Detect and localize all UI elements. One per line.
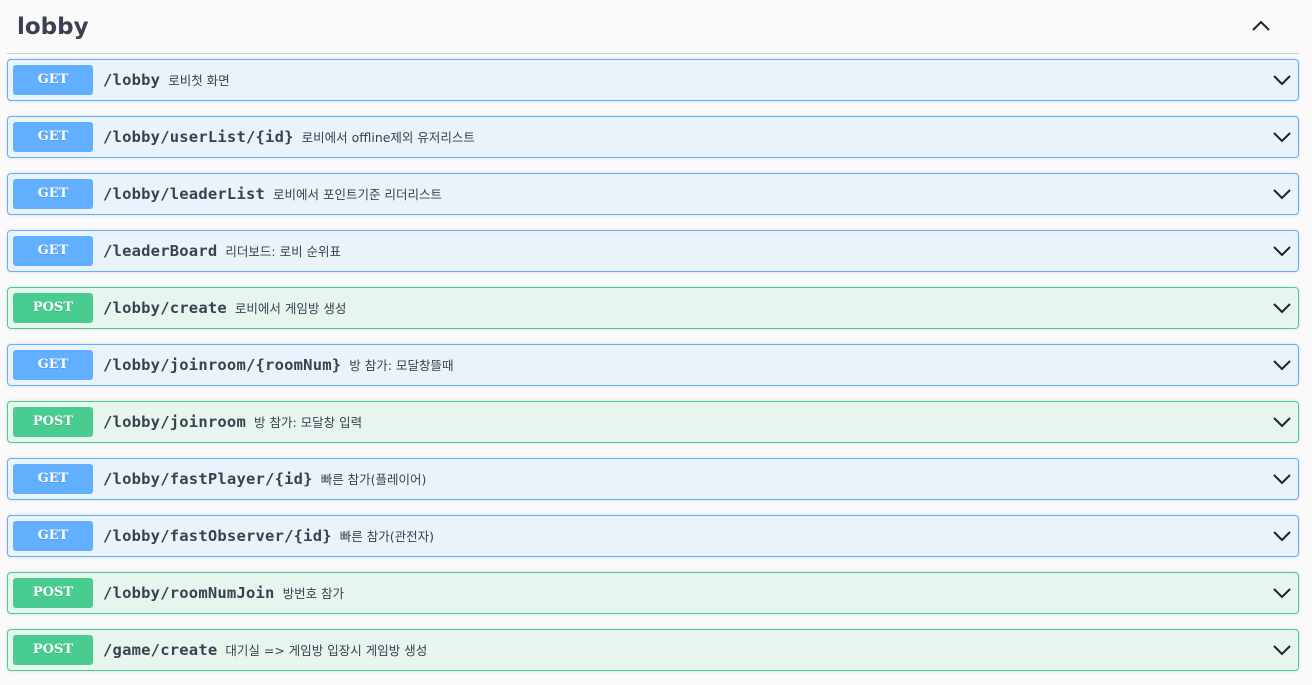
- operation-summary: 로비에서 offline제외 유저리스트: [301, 130, 475, 145]
- operation-post-lobby-joinroom[interactable]: POST /lobby/joinroom 방 참가: 모달창 입력: [7, 401, 1299, 443]
- path-text: /lobby/joinroom: [103, 413, 246, 431]
- method-badge: GET: [13, 122, 93, 152]
- path-text: /lobby/leaderList: [103, 185, 266, 203]
- operation-get-lobby-userlist[interactable]: GET /lobby/userList/{id} 로비에서 offline제외 유…: [7, 116, 1299, 158]
- operation-summary: 로비첫 화면: [168, 73, 230, 88]
- section-header[interactable]: lobby: [7, 0, 1299, 54]
- operation-post-game-create[interactable]: POST /game/create 대기실 => 게임방 입장시 게임방 생성: [7, 629, 1299, 671]
- operation-path: /lobby 로비첫 화면: [103, 60, 230, 100]
- chevron-down-icon[interactable]: [1272, 241, 1292, 261]
- chevron-down-icon[interactable]: [1272, 469, 1292, 489]
- operation-get-lobby-leaderlist[interactable]: GET /lobby/leaderList 로비에서 포인트기준 리더리스트: [7, 173, 1299, 215]
- method-badge: POST: [13, 635, 93, 665]
- operation-summary: 로비에서 게임방 생성: [234, 301, 347, 316]
- operation-path: /lobby/leaderList 로비에서 포인트기준 리더리스트: [103, 174, 442, 214]
- operation-summary: 빠른 참가(관전자): [339, 529, 434, 544]
- chevron-down-icon[interactable]: [1272, 640, 1292, 660]
- method-badge: GET: [13, 464, 93, 494]
- operation-get-lobby[interactable]: GET /lobby 로비첫 화면: [7, 59, 1299, 101]
- operation-summary: 방 참가: 모달창 입력: [253, 415, 363, 430]
- chevron-down-icon[interactable]: [1272, 583, 1292, 603]
- operation-path: /lobby/roomNumJoin 방번호 참가: [103, 573, 344, 613]
- operation-path: /lobby/create 로비에서 게임방 생성: [103, 288, 346, 328]
- path-text: /lobby/joinroom/{roomNum}: [103, 356, 342, 374]
- path-text: /lobby/create: [103, 299, 227, 317]
- operation-path: /lobby/fastObserver/{id} 빠른 참가(관전자): [103, 516, 434, 556]
- operation-path: /game/create 대기실 => 게임방 입장시 게임방 생성: [103, 630, 427, 670]
- operation-summary: 대기실 => 게임방 입장시 게임방 생성: [225, 643, 428, 658]
- operation-path: /lobby/joinroom/{roomNum} 방 참가: 모달창뜰때: [103, 345, 453, 385]
- path-text: /lobby/fastObserver/{id}: [103, 527, 332, 545]
- method-badge: GET: [13, 179, 93, 209]
- operation-summary: 리더보드: 로비 순위표: [225, 244, 342, 259]
- path-text: /lobby/roomNumJoin: [103, 584, 275, 602]
- chevron-down-icon[interactable]: [1272, 412, 1292, 432]
- method-badge: GET: [13, 521, 93, 551]
- method-badge: POST: [13, 293, 93, 323]
- path-text: /lobby/userList/{id}: [103, 128, 294, 146]
- chevron-down-icon[interactable]: [1272, 526, 1292, 546]
- chevron-down-icon[interactable]: [1272, 184, 1292, 204]
- operation-summary: 방번호 참가: [282, 586, 345, 601]
- operation-get-lobby-fastplayer[interactable]: GET /lobby/fastPlayer/{id} 빠른 참가(플레이어): [7, 458, 1299, 500]
- chevron-down-icon[interactable]: [1272, 70, 1292, 90]
- chevron-down-icon[interactable]: [1272, 127, 1292, 147]
- operation-path: /lobby/userList/{id} 로비에서 offline제외 유저리스트: [103, 117, 475, 157]
- operation-path: /lobby/joinroom 방 참가: 모달창 입력: [103, 402, 362, 442]
- method-badge: GET: [13, 350, 93, 380]
- operation-post-lobby-create[interactable]: POST /lobby/create 로비에서 게임방 생성: [7, 287, 1299, 329]
- operation-get-lobby-joinroom-roomnum[interactable]: GET /lobby/joinroom/{roomNum} 방 참가: 모달창뜰때: [7, 344, 1299, 386]
- path-text: /lobby: [103, 71, 161, 89]
- method-badge: GET: [13, 65, 93, 95]
- method-badge: GET: [13, 236, 93, 266]
- operation-path: /leaderBoard 리더보드: 로비 순위표: [103, 231, 341, 271]
- operation-get-leaderboard[interactable]: GET /leaderBoard 리더보드: 로비 순위표: [7, 230, 1299, 272]
- operation-path: /lobby/fastPlayer/{id} 빠른 참가(플레이어): [103, 459, 426, 499]
- path-text: /lobby/fastPlayer/{id}: [103, 470, 313, 488]
- path-text: /leaderBoard: [103, 242, 218, 260]
- path-text: /game/create: [103, 641, 218, 659]
- chevron-down-icon[interactable]: [1272, 355, 1292, 375]
- chevron-down-icon[interactable]: [1272, 298, 1292, 318]
- section-title: lobby: [17, 14, 89, 40]
- operation-summary: 빠른 참가(플레이어): [320, 472, 427, 487]
- operation-post-lobby-roomnumjoin[interactable]: POST /lobby/roomNumJoin 방번호 참가: [7, 572, 1299, 614]
- chevron-up-icon[interactable]: [1251, 16, 1271, 36]
- method-badge: POST: [13, 578, 93, 608]
- operation-get-lobby-fastobserver[interactable]: GET /lobby/fastObserver/{id} 빠른 참가(관전자): [7, 515, 1299, 557]
- method-badge: POST: [13, 407, 93, 437]
- operation-summary: 방 참가: 모달창뜰때: [349, 358, 454, 373]
- operation-summary: 로비에서 포인트기준 리더리스트: [273, 187, 442, 202]
